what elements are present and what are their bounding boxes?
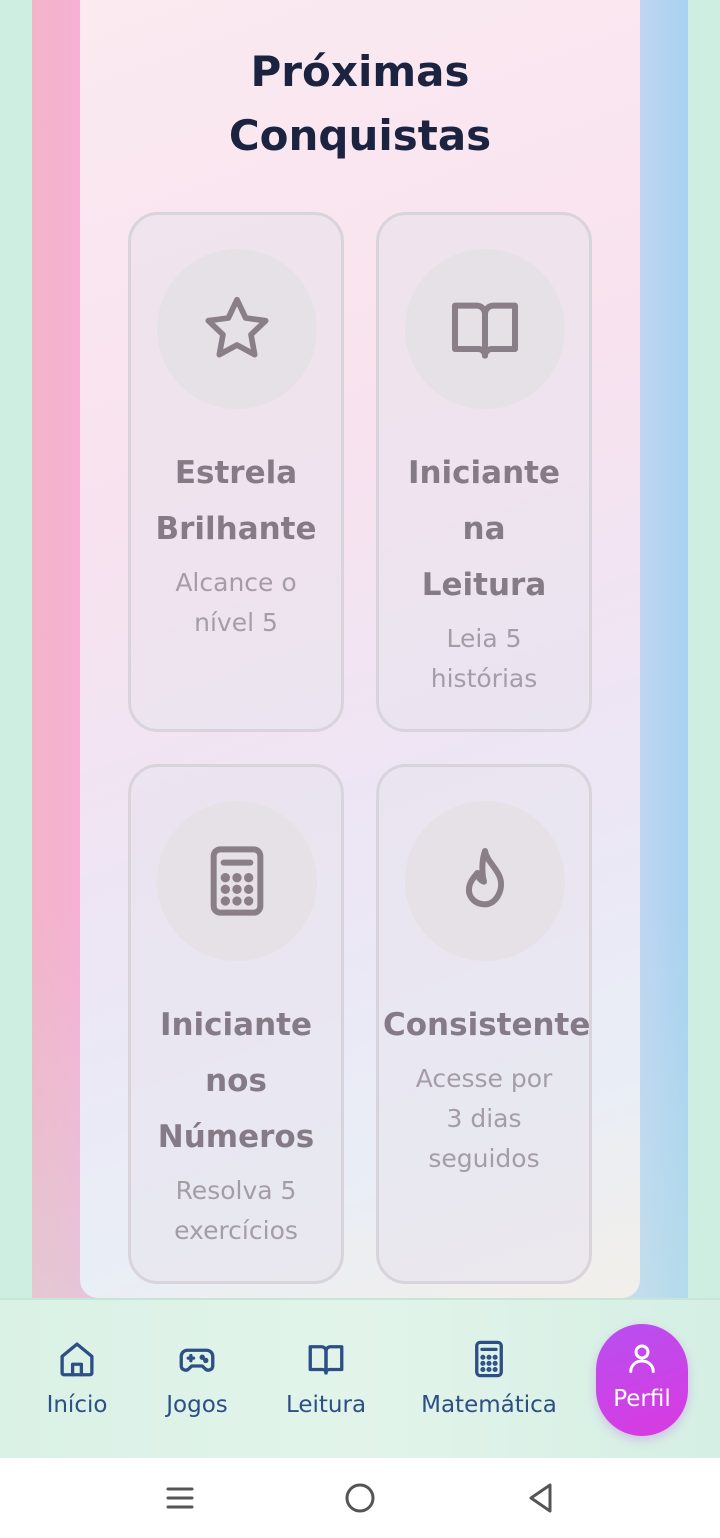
- nav-item-jogos[interactable]: Jogos: [152, 1300, 242, 1460]
- achievements-panel: Próximas Conquistas Estrela Brilhante Al…: [80, 0, 640, 1298]
- home-icon: [60, 1342, 94, 1377]
- nav-label: Jogos: [166, 1392, 228, 1418]
- system-nav-bar: [0, 1458, 720, 1538]
- achievement-card-estrela-brilhante[interactable]: Estrela Brilhante Alcance o nível 5: [128, 212, 344, 732]
- nav-item-perfil[interactable]: Perfil: [596, 1324, 688, 1436]
- achievement-title: Estrela Brilhante: [155, 455, 317, 547]
- star-icon-circle: [157, 249, 317, 409]
- recent-apps-icon[interactable]: [162, 1480, 198, 1516]
- achievement-description: Resolva 5 exercícios: [174, 1176, 298, 1245]
- bottom-nav: Início Jogos Leitura Matemática Perfil: [0, 1298, 720, 1458]
- back-button-icon[interactable]: [522, 1480, 558, 1516]
- achievement-title: Iniciante nos Números: [157, 1007, 315, 1155]
- book-open-icon: [308, 1345, 344, 1375]
- achievement-title: Iniciante na Leitura: [407, 455, 561, 603]
- flame-icon: [466, 848, 504, 908]
- flame-icon-circle: [405, 801, 565, 961]
- section-title-line2: Conquistas: [228, 111, 492, 160]
- nav-label: Matemática: [421, 1392, 557, 1418]
- book-icon-circle: [405, 249, 565, 409]
- nav-label: Perfil: [613, 1386, 671, 1412]
- nav-item-matematica[interactable]: Matemática: [412, 1300, 566, 1460]
- achievement-description: Acesse por 3 dias seguidos: [415, 1064, 553, 1173]
- user-icon: [629, 1344, 655, 1373]
- achievement-card-iniciante-leitura[interactable]: Iniciante na Leitura Leia 5 histórias: [376, 212, 592, 732]
- nav-item-leitura[interactable]: Leitura: [280, 1300, 372, 1460]
- calculator-icon-circle: [157, 801, 317, 961]
- nav-label: Leitura: [285, 1392, 367, 1418]
- achievement-card-iniciante-numeros[interactable]: Iniciante nos Números Resolva 5 exercíci…: [128, 764, 344, 1284]
- nav-label: Início: [46, 1392, 108, 1418]
- book-open-icon: [452, 302, 518, 359]
- gamepad-icon: [179, 1348, 215, 1372]
- calculator-icon: [210, 846, 264, 916]
- achievement-description: Leia 5 histórias: [430, 624, 538, 693]
- achievement-card-consistente[interactable]: Consistente Acesse por 3 dias seguidos: [376, 764, 592, 1284]
- section-title: Próximas Conquistas: [80, 40, 640, 168]
- home-button-icon[interactable]: [342, 1480, 378, 1516]
- nav-item-inicio[interactable]: Início: [34, 1300, 120, 1460]
- achievement-description: Alcance o nível 5: [175, 568, 297, 637]
- star-icon: [205, 296, 269, 358]
- calculator-icon: [475, 1340, 503, 1378]
- section-title-line1: Próximas: [250, 47, 470, 96]
- achievement-title: Consistente: [383, 1007, 591, 1043]
